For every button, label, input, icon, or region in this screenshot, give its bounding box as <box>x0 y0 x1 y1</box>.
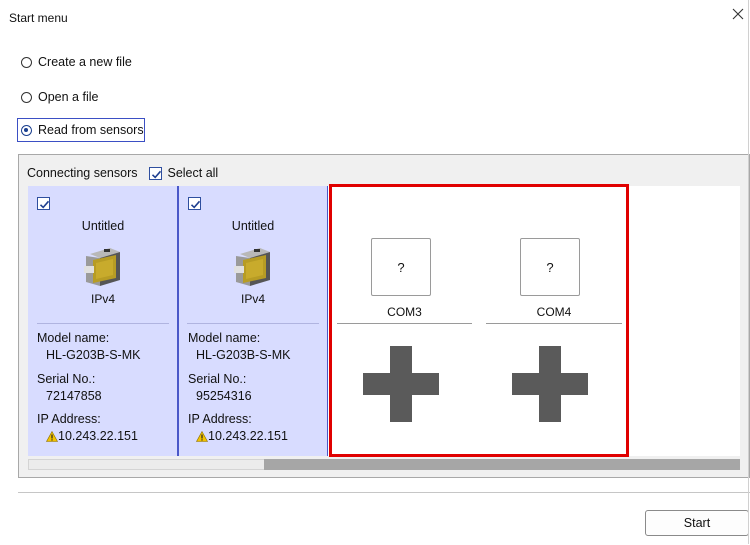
serial-label: Serial No.: <box>37 372 96 386</box>
unknown-sensor-box: ? <box>520 238 580 296</box>
ip-value: 10.243.22.151 <box>208 429 288 443</box>
connecting-sensors-label: Connecting sensors <box>27 166 138 180</box>
title-bar: Start menu <box>0 0 750 36</box>
select-all-checkbox[interactable] <box>149 166 163 180</box>
ip-value: 10.243.22.151 <box>58 429 138 443</box>
ip-row: 10.243.22.151 <box>46 429 138 443</box>
radio-button[interactable] <box>21 91 32 103</box>
option-read-from-sensors[interactable]: Read from sensors <box>21 120 144 140</box>
start-button-label: Start <box>683 516 711 530</box>
unknown-symbol: ? <box>397 259 405 275</box>
slot-divider <box>337 323 472 324</box>
ip-row: 10.243.22.151 <box>196 429 288 443</box>
sensor-name: Untitled <box>81 219 125 233</box>
card-divider <box>187 323 319 324</box>
model-label: Model name: <box>37 331 110 345</box>
com-port-label: COM3 <box>387 305 422 319</box>
unknown-symbol: ? <box>546 259 554 275</box>
option-label: Open a file <box>38 90 99 104</box>
radio-button[interactable] <box>21 124 32 136</box>
sensor-device-icon <box>84 248 120 286</box>
connecting-sensors-row: Connecting sensors Select all <box>27 165 218 181</box>
option-label: Read from sensors <box>38 123 144 137</box>
ip-label: IP Address: <box>188 412 252 426</box>
option-label: Create a new file <box>38 55 132 69</box>
warning-icon <box>196 430 208 442</box>
radio-button[interactable] <box>21 56 32 68</box>
slot-divider <box>486 323 622 324</box>
footer-divider <box>18 492 750 493</box>
model-value: HL-G203B-S-MK <box>46 348 141 362</box>
close-icon[interactable] <box>730 6 746 22</box>
empty-sensor-slot[interactable]: ? COM4 <box>479 186 629 456</box>
option-create-new-file[interactable]: Create a new file <box>21 52 132 72</box>
window-title: Start menu <box>9 11 68 25</box>
check-icon <box>152 170 162 179</box>
unknown-sensor-box: ? <box>371 238 431 296</box>
sensor-checkbox[interactable] <box>37 197 50 210</box>
warning-icon <box>46 430 58 442</box>
sensor-checkbox[interactable] <box>188 197 201 210</box>
ip-label: IP Address: <box>37 412 101 426</box>
sensor-name: Untitled <box>231 219 275 233</box>
select-all-label[interactable]: Select all <box>167 166 218 180</box>
start-button[interactable]: Start <box>645 510 749 536</box>
serial-label: Serial No.: <box>188 372 247 386</box>
serial-value: 95254316 <box>196 389 252 403</box>
check-icon <box>190 200 201 209</box>
sensor-protocol: IPv4 <box>90 292 115 306</box>
scrollbar-thumb[interactable] <box>264 459 740 470</box>
card-divider <box>37 323 169 324</box>
serial-value: 72147858 <box>46 389 102 403</box>
sensor-device-icon <box>234 248 270 286</box>
com-port-label: COM4 <box>536 305 572 319</box>
model-label: Model name: <box>188 331 261 345</box>
empty-sensor-slot[interactable]: ? COM3 <box>330 186 480 456</box>
plus-icon[interactable] <box>512 346 588 422</box>
option-open-file[interactable]: Open a file <box>21 87 98 107</box>
sensor-protocol: IPv4 <box>240 292 265 306</box>
plus-icon[interactable] <box>363 346 439 422</box>
model-value: HL-G203B-S-MK <box>196 348 291 362</box>
check-icon <box>39 200 50 209</box>
